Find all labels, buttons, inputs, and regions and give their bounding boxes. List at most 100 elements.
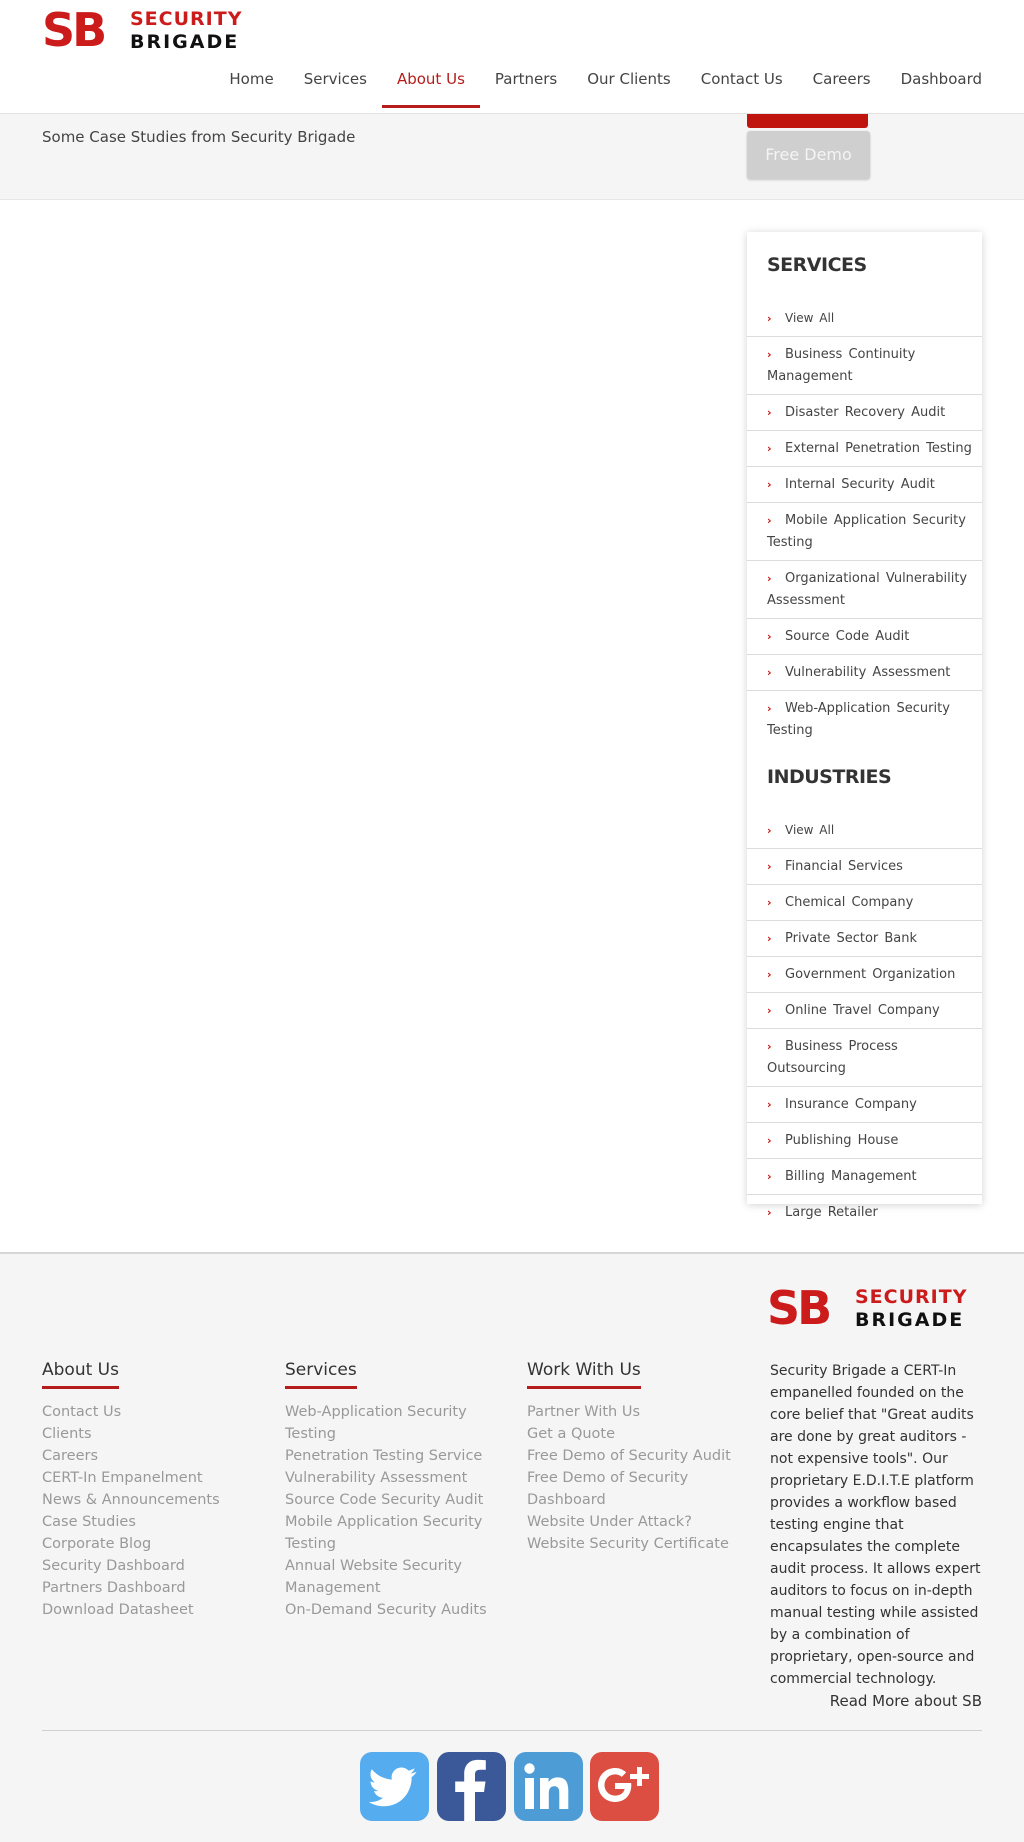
footer-link-contact-us[interactable]: Contact Us	[42, 1401, 257, 1423]
sidebar-industry-label: Chemical Company	[785, 895, 914, 910]
sidebar-service-vulnerability-assessment[interactable]: › Vulnerability Assessment	[747, 655, 982, 691]
footer-link-mobile-application-security-testing[interactable]: Mobile Application Security Testing	[285, 1511, 495, 1555]
sidebar-service-label: Business Continuity Management	[767, 347, 916, 384]
sidebar-service-internal-security-audit[interactable]: › Internal Security Audit	[747, 467, 982, 503]
chevron-right-icon: ›	[767, 824, 772, 837]
linkedin-icon[interactable]	[514, 1752, 583, 1821]
sidebar-industry-government-organization[interactable]: › Government Organization	[747, 957, 982, 993]
sidebar-service-label: Organizational Vulnerability Assessment	[767, 571, 968, 608]
footer-services-column: Services Web-Application Security Testin…	[285, 1360, 495, 1621]
twitter-icon[interactable]	[360, 1752, 429, 1821]
chevron-right-icon: ›	[767, 1098, 772, 1111]
sidebar-service-external-penetration-testing[interactable]: › External Penetration Testing	[747, 431, 982, 467]
footer-link-annual-website-security-management[interactable]: Annual Website Security Management	[285, 1555, 495, 1599]
sidebar-service-disaster-recovery-audit[interactable]: › Disaster Recovery Audit	[747, 395, 982, 431]
footer-services-heading: Services	[285, 1360, 357, 1389]
nav-careers[interactable]: Careers	[798, 60, 886, 108]
chevron-right-icon: ›	[767, 312, 772, 325]
sidebar-service-source-code-audit[interactable]: › Source Code Audit	[747, 619, 982, 655]
footer-link-website-security-certificate[interactable]: Website Security Certificate	[527, 1533, 742, 1555]
footer-about-links: Contact Us Clients Careers CERT-In Empanelm…	[42, 1401, 257, 1621]
sidebar-industry-insurance-company[interactable]: › Insurance Company	[747, 1087, 982, 1123]
site-header: SB SECURITY BRIGADE Home Services About …	[0, 0, 1024, 114]
sidebar-service-view-all[interactable]: › View All	[747, 300, 982, 337]
sidebar-industry-label: Insurance Company	[785, 1097, 917, 1112]
sidebar-industry-label: Government Organization	[785, 967, 956, 982]
footer-about-column: About Us Contact Us Clients Careers CERT-In…	[42, 1360, 257, 1621]
sidebar-industry-label: Private Sector Bank	[785, 931, 918, 946]
nav-about-us[interactable]: About Us	[381, 60, 480, 108]
footer-link-free-demo-of-security-dashboard[interactable]: Free Demo of Security Dashboard	[527, 1467, 742, 1511]
chevron-right-icon: ›	[767, 348, 772, 361]
footer-link-news-announcements[interactable]: News & Announcements	[42, 1489, 257, 1511]
footer-link-careers[interactable]: Careers	[42, 1445, 257, 1467]
twitter-bird-glyph	[368, 1767, 417, 1807]
footer-link-partner-with-us[interactable]: Partner With Us	[527, 1401, 742, 1423]
footer-logo-word-security: SECURITY	[855, 1286, 968, 1308]
footer-link-partners-dashboard[interactable]: Partners Dashboard	[42, 1577, 257, 1599]
google-plus-icon[interactable]	[590, 1752, 659, 1821]
sidebar-service-label: Source Code Audit	[785, 629, 910, 644]
nav-partners[interactable]: Partners	[480, 60, 572, 108]
sidebar-industry-private-sector-bank[interactable]: › Private Sector Bank	[747, 921, 982, 957]
sidebar-service-label: Internal Security Audit	[785, 477, 935, 492]
sidebar-industry-label: Financial Services	[785, 859, 903, 874]
sidebar-service-mobile-application-security-testing[interactable]: › Mobile Application Security Testing	[747, 503, 982, 561]
nav-dashboard[interactable]: Dashboard	[886, 60, 982, 108]
sidebar-industry-online-travel-company[interactable]: › Online Travel Company	[747, 993, 982, 1029]
footer-logo-word-brigade: BRIGADE	[855, 1309, 965, 1331]
sidebar-industry-publishing-house[interactable]: › Publishing House	[747, 1123, 982, 1159]
chevron-right-icon: ›	[767, 860, 772, 873]
chevron-right-icon: ›	[767, 478, 772, 491]
read-more-link[interactable]: Read More about SB	[830, 1692, 982, 1710]
footer-link-vulnerability-assessment[interactable]: Vulnerability Assessment	[285, 1467, 495, 1489]
footer-link-source-code-security-audit[interactable]: Source Code Security Audit	[285, 1489, 495, 1511]
footer-link-cert-in-empanelment[interactable]: CERT-In Empanelment	[42, 1467, 257, 1489]
footer-link-free-demo-of-security-audit[interactable]: Free Demo of Security Audit	[527, 1445, 742, 1467]
footer-divider	[42, 1730, 982, 1731]
footer-link-penetration-testing-service[interactable]: Penetration Testing Service	[285, 1445, 495, 1467]
sidebar-industry-label: Billing Management	[785, 1169, 917, 1184]
footer-link-corporate-blog[interactable]: Corporate Blog	[42, 1533, 257, 1555]
sidebar-service-organizational-vulnerability-assessment[interactable]: › Organizational Vulnerability Assessment	[747, 561, 982, 619]
footer-logo-mark: SB	[767, 1281, 832, 1335]
chevron-right-icon: ›	[767, 932, 772, 945]
footer-link-get-a-quote[interactable]: Get a Quote	[527, 1423, 742, 1445]
page-hero: Some Case Studies from Security Brigade …	[0, 100, 1024, 200]
sidebar-industry-label: Publishing House	[785, 1133, 899, 1148]
footer-link-security-dashboard[interactable]: Security Dashboard	[42, 1555, 257, 1577]
sidebar-industry-large-retailer[interactable]: › Large Retailer	[747, 1195, 982, 1230]
sidebar-service-business-continuity-management[interactable]: › Business Continuity Management	[747, 337, 982, 395]
facebook-f-glyph	[455, 1759, 486, 1821]
sidebar-service-web-application-security-testing[interactable]: › Web-Application Security Testing	[747, 691, 982, 748]
footer-link-download-datasheet[interactable]: Download Datasheet	[42, 1599, 257, 1621]
sidebar-service-label: External Penetration Testing	[785, 441, 972, 456]
nav-contact-us[interactable]: Contact Us	[686, 60, 798, 108]
footer-logo[interactable]: SB SECURITY BRIGADE	[767, 1281, 968, 1335]
logo-word-brigade: BRIGADE	[130, 31, 240, 53]
chevron-right-icon: ›	[767, 1040, 772, 1053]
sidebar-industry-billing-management[interactable]: › Billing Management	[747, 1159, 982, 1195]
services-heading: SERVICES	[767, 254, 867, 276]
sidebar-industry-chemical-company[interactable]: › Chemical Company	[747, 885, 982, 921]
nav-home[interactable]: Home	[214, 60, 288, 108]
sidebar-service-label: View All	[785, 311, 835, 325]
facebook-icon[interactable]	[437, 1752, 506, 1821]
footer-link-on-demand-security-audits[interactable]: On-Demand Security Audits	[285, 1599, 495, 1621]
chevron-right-icon: ›	[767, 406, 772, 419]
sidebar-industry-business-process-outsourcing[interactable]: › Business Process Outsourcing	[747, 1029, 982, 1087]
sidebar: SERVICES › View All › Business Continuity M…	[747, 232, 982, 1220]
footer-link-web-application-security-testing[interactable]: Web-Application Security Testing	[285, 1401, 495, 1445]
footer-link-clients[interactable]: Clients	[42, 1423, 257, 1445]
sidebar-service-label: Web-Application Security Testing	[767, 701, 950, 738]
sidebar-service-label: Vulnerability Assessment	[785, 665, 951, 680]
footer-link-website-under-attack[interactable]: Website Under Attack?	[527, 1511, 742, 1533]
security-brigade-logo[interactable]: SB SECURITY BRIGADE	[42, 7, 242, 53]
footer-link-case-studies[interactable]: Case Studies	[42, 1511, 257, 1533]
chevron-right-icon: ›	[767, 666, 772, 679]
free-demo-button[interactable]: Free Demo	[747, 131, 870, 179]
nav-our-clients[interactable]: Our Clients	[572, 60, 686, 108]
nav-services[interactable]: Services	[289, 60, 382, 108]
sidebar-industry-view-all[interactable]: › View All	[747, 812, 982, 849]
sidebar-industry-financial-services[interactable]: › Financial Services	[747, 849, 982, 885]
